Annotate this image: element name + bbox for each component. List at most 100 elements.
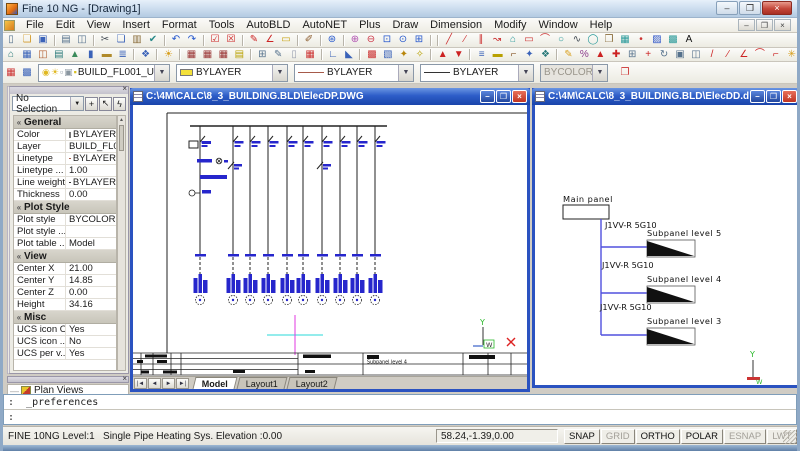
toolbar-separator[interactable] [317,34,324,47]
property-row[interactable]: Line weight BYLAYER [14,177,116,189]
command-input-line[interactable]: : [4,410,796,425]
collapse-icon[interactable]: « [14,313,24,322]
scroll-thumb[interactable] [119,125,124,151]
move-icon[interactable]: + [640,48,656,61]
rectangle-icon[interactable]: ▭ [521,34,537,47]
toolbar-separator[interactable] [247,48,254,61]
draw-order-icon[interactable]: ✎ [560,48,576,61]
array-icon[interactable]: ⊞ [624,48,640,61]
resize-grip[interactable] [783,430,797,444]
property-row[interactable]: Linetype BYLAYER [14,153,116,165]
quick-select-button[interactable]: ϟ [113,97,126,111]
child-maximize-button[interactable]: ❐ [766,90,781,103]
slab-icon[interactable]: ▬ [99,48,115,61]
polyline-icon[interactable]: ↝ [489,34,505,47]
edit-check-icon[interactable]: ☑ [207,34,223,47]
property-value[interactable]: 0.00 [66,189,116,200]
property-value[interactable]: 0.00 [66,287,116,298]
menu-item[interactable]: Help [584,18,619,32]
property-value[interactable]: BYLAYER [66,153,116,164]
section-header-plot-style[interactable]: « Plot Style [14,201,116,214]
child-title-bar[interactable]: C:\4M\CALC\8_3_BUILDING.BLD\ElecDD.dwg –… [532,88,800,105]
trim-icon[interactable]: / [704,48,720,61]
wall-tool-icon[interactable]: ▦ [19,48,35,61]
zoom-previous-icon[interactable]: ⊙ [395,34,411,47]
copy-icon[interactable]: ❏ [113,34,129,47]
status-toggle-button[interactable]: GRID [601,429,635,444]
status-toggle-button[interactable]: ORTHO [636,429,680,444]
property-row[interactable]: Plot table ... Model [14,238,116,250]
print-icon[interactable]: ▤ [58,34,74,47]
toolbar-separator[interactable] [428,48,435,61]
property-value[interactable]: 34.16 [66,299,116,310]
toolbar-separator[interactable] [318,48,325,61]
menu-item[interactable]: Draw [386,18,424,32]
property-value[interactable]: BYLAYER [66,177,116,188]
property-row[interactable]: Linetype ... 1.00 [14,165,116,177]
spline-icon[interactable]: ∿ [569,34,585,47]
drawing-set-icon[interactable]: ▩ [364,48,380,61]
blank-sheet-icon[interactable]: ▯ [286,48,302,61]
drawing-canvas-elecdp[interactable]: Y W [133,105,527,376]
toolbar-separator[interactable] [154,48,161,61]
status-toggle-button[interactable]: SNAP [564,429,600,444]
undo-icon[interactable]: ↶ [168,34,184,47]
mdi-restore-button[interactable]: ❐ [756,19,773,31]
toolbar-separator[interactable] [467,48,474,61]
chamfer-icon[interactable]: ∠ [736,48,752,61]
scale-icon[interactable]: ▣ [672,48,688,61]
arc-icon[interactable]: ⌒ [537,34,553,47]
panel-grid-icon[interactable]: ▦ [199,48,215,61]
tab-nav-button[interactable]: |◄ [134,378,147,389]
ramp-icon[interactable]: ◣ [341,48,357,61]
hook-icon[interactable]: ⌐ [506,48,522,61]
toolbar-separator[interactable] [90,34,97,47]
toolbar-separator[interactable] [51,34,58,47]
property-row[interactable]: UCS icon On Yes [14,324,116,336]
property-row[interactable]: Layer BUILD_FL001_US [14,141,116,153]
extend-icon[interactable]: ∕ [720,48,736,61]
menu-item[interactable]: Edit [50,18,81,32]
scroll-up-icon[interactable]: ▲ [118,116,125,124]
menu-item[interactable]: AutoBLD [240,18,296,32]
section-header-misc[interactable]: « Misc [14,311,116,324]
menu-item[interactable]: Format [156,18,203,32]
property-row[interactable]: UCS icon ... No [14,336,116,348]
panel-legend-icon[interactable]: ▤ [231,48,247,61]
construction-line-icon[interactable]: ∕ [457,34,473,47]
sun-study-icon[interactable]: ☀ [161,48,177,61]
tab-nav-button[interactable]: ◄ [148,378,161,389]
anchor-icon[interactable]: ✚ [608,48,624,61]
plate-icon[interactable]: ▬ [490,48,506,61]
section-header-view[interactable]: « View [14,250,116,263]
polygon-icon[interactable]: ⌂ [505,34,521,47]
rotate-icon[interactable]: ↻ [656,48,672,61]
mirror-icon[interactable]: ◫ [688,48,704,61]
multiline-icon[interactable]: ∥ [473,34,489,47]
toolbar-separator[interactable] [239,34,246,47]
insert-block-icon[interactable]: ❒ [601,34,617,47]
menu-item[interactable]: File [20,18,50,32]
mdi-minimize-button[interactable]: – [738,19,755,31]
layout-tab[interactable]: Model [193,377,238,389]
pickadd-toggle-button[interactable]: + [85,97,98,111]
toolbar-separator[interactable] [161,34,168,47]
layers-flat-icon[interactable]: ≡ [474,48,490,61]
window-tool-icon[interactable]: ▤ [51,48,67,61]
menu-item[interactable]: View [81,18,117,32]
text-icon[interactable]: A [681,34,697,47]
dropdown-arrow-icon[interactable]: ▼ [70,97,83,110]
property-value[interactable]: 21.00 [66,263,116,274]
menu-item[interactable]: AutoNET [296,18,353,32]
select-objects-button[interactable]: ↖ [99,97,112,111]
pan-realtime-icon[interactable]: ⊛ [324,34,340,47]
property-row[interactable]: Plot style BYCOLOR [14,214,116,226]
column-icon[interactable]: ▮ [83,48,99,61]
property-value[interactable]: 14.85 [66,275,116,286]
level-down-icon[interactable]: ▼ [451,48,467,61]
property-row[interactable]: Height 34.16 [14,299,116,311]
dropdown-arrow-icon[interactable]: ▼ [272,65,287,81]
percent-icon[interactable]: % [576,48,592,61]
mdi-close-button[interactable]: × [774,19,791,31]
property-row[interactable]: Center X 21.00 [14,263,116,275]
